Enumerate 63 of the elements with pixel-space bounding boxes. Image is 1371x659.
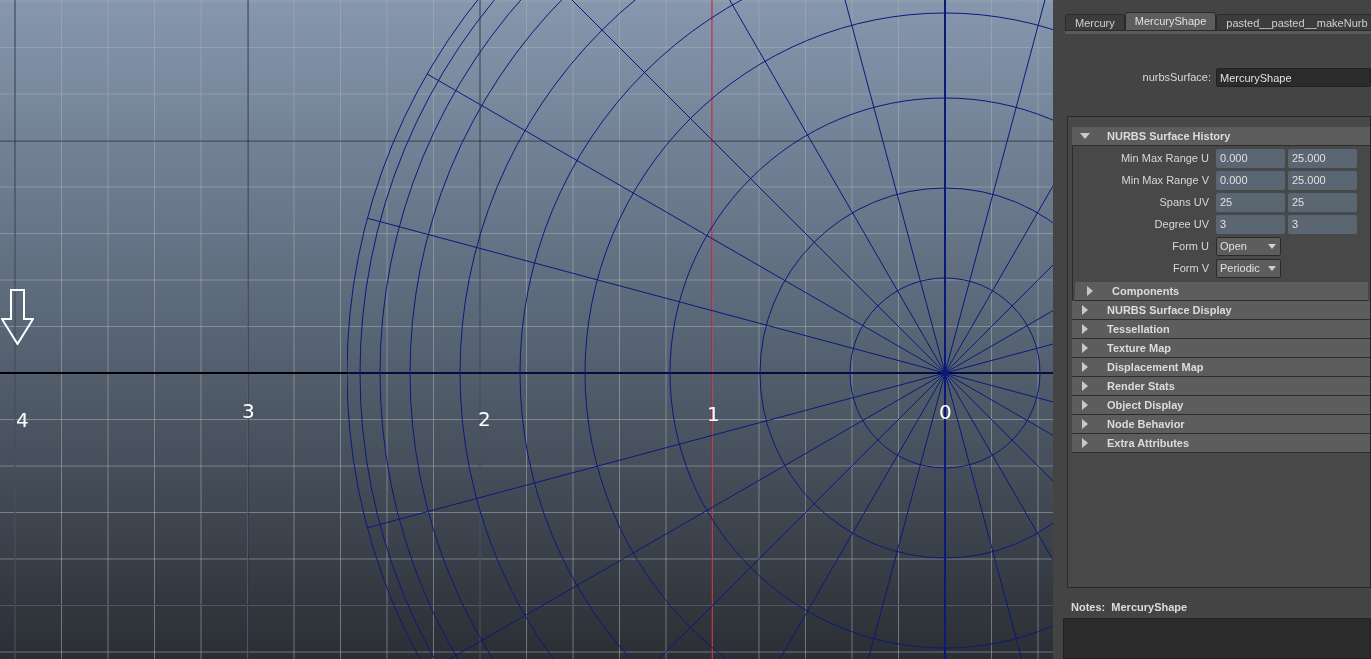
dropdown[interactable]: Periodic: [1216, 258, 1281, 278]
section-title: Tessellation: [1107, 321, 1170, 337]
section-header[interactable]: Tessellation: [1072, 320, 1370, 339]
number-field[interactable]: 3: [1288, 214, 1357, 234]
collapsed-triangle-icon[interactable]: [1087, 286, 1093, 296]
section-title: NURBS Surface Display: [1107, 302, 1232, 318]
collapsed-triangle-icon[interactable]: [1082, 400, 1088, 410]
collapsed-triangle-icon[interactable]: [1082, 419, 1088, 429]
number-field[interactable]: 0.000: [1216, 170, 1285, 190]
section-header[interactable]: Object Display: [1072, 396, 1370, 415]
section-header[interactable]: Displacement Map: [1072, 358, 1370, 377]
section-header[interactable]: Texture Map: [1072, 339, 1370, 358]
attribute-label: Spans UV: [1158, 194, 1210, 210]
caret-icon: [1268, 265, 1276, 271]
number-field[interactable]: 0.000: [1216, 148, 1285, 168]
attribute-label: Degree UV: [1153, 216, 1210, 232]
section-title: Object Display: [1107, 397, 1184, 413]
section-title: Node Behavior: [1107, 416, 1185, 432]
axis-label: 2: [478, 409, 491, 429]
arrow-down-icon: [1, 289, 34, 345]
number-field[interactable]: 3: [1216, 214, 1285, 234]
section-title: Extra Attributes: [1107, 435, 1190, 451]
attribute-label: Form V: [1171, 260, 1210, 276]
axis-label: 1: [707, 404, 720, 424]
caret-icon: [1268, 243, 1276, 249]
attribute-label: Min Max Range U: [1119, 150, 1210, 166]
tab[interactable]: pasted__pasted__makeNurb: [1216, 14, 1371, 31]
collapsed-triangle-icon[interactable]: [1082, 305, 1088, 315]
section-header[interactable]: Extra Attributes: [1072, 434, 1370, 453]
dropdown-value: Periodic: [1219, 260, 1261, 276]
axis-label: 0: [939, 402, 952, 422]
collapsed-triangle-icon[interactable]: [1082, 362, 1088, 372]
notes-label: Notes: MercuryShape: [1071, 600, 1189, 615]
collapsed-triangle-icon[interactable]: [1082, 381, 1088, 391]
number-field[interactable]: 25.000: [1288, 148, 1357, 168]
section-header[interactable]: Render Stats: [1072, 377, 1370, 396]
axis-label: 4: [16, 410, 29, 430]
section-header[interactable]: Components: [1075, 282, 1368, 301]
section-header[interactable]: Node Behavior: [1072, 415, 1370, 434]
dropdown-value: Open: [1219, 238, 1248, 254]
number-field[interactable]: 25: [1216, 192, 1285, 212]
dropdown[interactable]: Open: [1216, 236, 1281, 256]
node-name-field[interactable]: MercuryShape: [1216, 68, 1371, 87]
collapsed-triangle-icon[interactable]: [1082, 343, 1088, 353]
collapsed-triangle-icon[interactable]: [1082, 438, 1088, 448]
expanded-triangle-icon[interactable]: [1080, 133, 1090, 139]
section-title: NURBS Surface History: [1107, 128, 1231, 144]
tab[interactable]: MercuryShape: [1124, 12, 1217, 31]
number-field[interactable]: 25.000: [1288, 170, 1357, 190]
section-title: Texture Map: [1107, 340, 1171, 356]
attribute-label: Form U: [1171, 238, 1210, 254]
number-field[interactable]: 25: [1288, 192, 1357, 212]
section-title: Components: [1112, 283, 1180, 299]
notes-field[interactable]: [1063, 617, 1371, 659]
axis-label: 3: [242, 401, 255, 421]
attribute-label: Min Max Range V: [1120, 172, 1210, 188]
field-label: nurbsSurface:: [1142, 70, 1211, 86]
tab[interactable]: Mercury: [1065, 14, 1125, 31]
section-title: Render Stats: [1107, 378, 1175, 394]
collapsed-triangle-icon[interactable]: [1082, 324, 1088, 334]
section-title: Displacement Map: [1107, 359, 1204, 375]
section-header[interactable]: NURBS Surface History: [1072, 127, 1370, 146]
section-header[interactable]: NURBS Surface Display: [1072, 301, 1370, 320]
